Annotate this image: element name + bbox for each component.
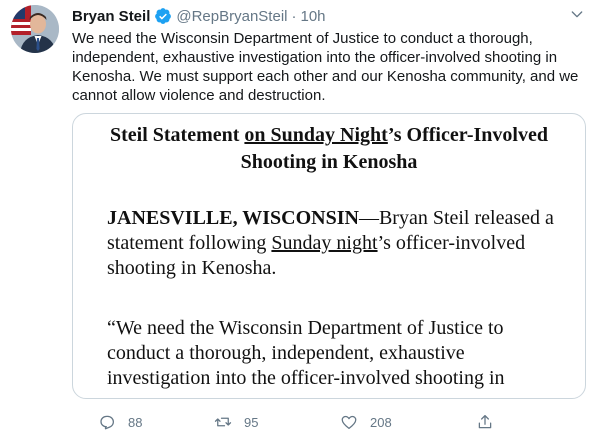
attached-image[interactable]: Steil Statement on Sunday Night’s Office…: [72, 113, 586, 399]
handle[interactable]: @RepBryanSteil: [176, 8, 287, 25]
dateline: JANESVILLE, WISCONSIN: [107, 207, 359, 229]
retweet-button[interactable]: 95: [214, 410, 258, 434]
reply-button[interactable]: 88: [98, 410, 142, 434]
verified-badge-icon: [155, 8, 172, 24]
tweet[interactable]: Bryan Steil @RepBryanSteil · 10h We need…: [0, 0, 600, 441]
retweet-icon: [214, 417, 232, 427]
reply-icon: [100, 415, 115, 430]
display-name[interactable]: Bryan Steil: [72, 8, 150, 25]
tweet-header: Bryan Steil @RepBryanSteil · 10h: [72, 6, 326, 26]
avatar[interactable]: [11, 5, 59, 53]
document-paragraph-1: JANESVILLE, WISCONSIN—Bryan Steil releas…: [107, 206, 567, 281]
chevron-down-icon: [571, 11, 583, 18]
share-button[interactable]: [476, 410, 494, 434]
retweet-count: 95: [244, 414, 259, 430]
reply-count: 88: [128, 414, 143, 430]
tweet-actions: 88 95 208: [72, 410, 572, 434]
tweet-text: We need the Wisconsin Department of Just…: [72, 30, 579, 104]
timestamp[interactable]: 10h: [300, 8, 325, 25]
share-icon: [478, 414, 492, 429]
separator-dot: ·: [291, 7, 297, 25]
title-underlined: on Sunday Night: [244, 124, 388, 146]
document-paragraph-2: “We need the Wisconsin Department of Jus…: [107, 317, 505, 389]
like-count: 208: [370, 414, 392, 430]
title-part-1: Steil Statement: [110, 124, 245, 146]
heart-icon: [341, 415, 357, 430]
avatar-photo: [11, 5, 59, 53]
document-title: Steil Statement on Sunday Night’s Office…: [73, 122, 585, 176]
more-options-button[interactable]: [566, 4, 588, 24]
like-button[interactable]: 208: [340, 410, 392, 434]
p1-underlined: Sunday night: [271, 232, 378, 254]
